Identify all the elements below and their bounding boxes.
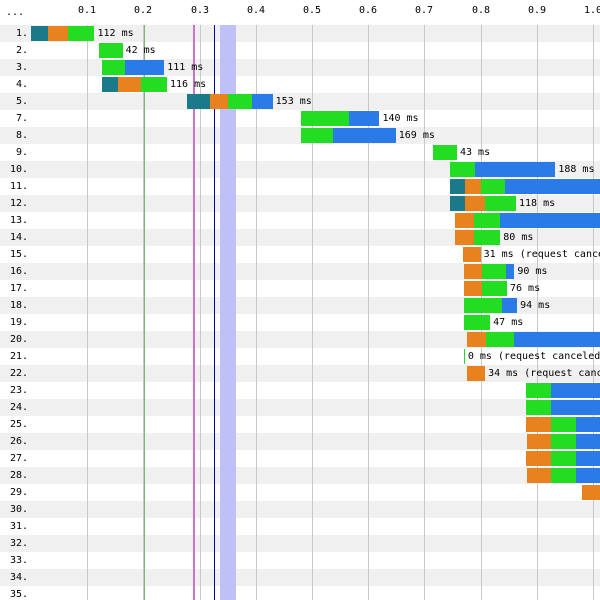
time-tick-label: 0.8 (471, 5, 491, 16)
time-tick-label: 0.3 (190, 5, 210, 16)
tick-label-layer: 0.1 0.2 0.3 0.4 0.5 0.6 0.7 0.8 0.9 1.0 (0, 0, 600, 600)
waterfall-chart: ... 1. 112 ms 2. 42 ms 3. 111 ms 4. 116 ms 5. 153… (0, 0, 600, 600)
time-tick-label: 1.0 (583, 5, 600, 16)
time-tick-label: 0.7 (414, 5, 434, 16)
time-tick-label: 0.6 (358, 5, 378, 16)
time-tick-label: 0.1 (77, 5, 97, 16)
time-tick-label: 0.5 (302, 5, 322, 16)
time-tick-label: 0.4 (246, 5, 266, 16)
time-tick-label: 0.9 (527, 5, 547, 16)
time-tick-label: 0.2 (133, 5, 153, 16)
